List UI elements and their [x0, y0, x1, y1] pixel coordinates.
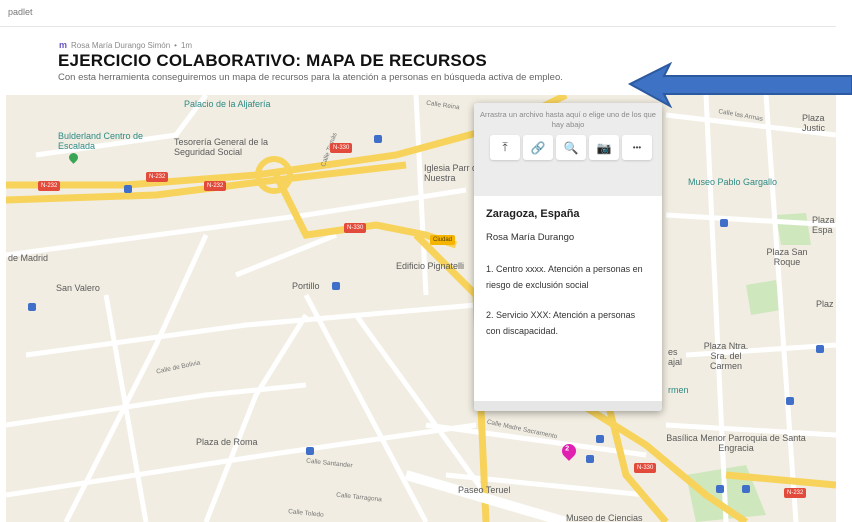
map-label-carmen: rmen [668, 385, 689, 395]
post-location-title[interactable]: Zaragoza, España [486, 208, 650, 220]
road-badge-n232: N-232 [204, 181, 227, 191]
map-label-bulderland[interactable]: Bulderland Centro de Escalada [58, 131, 153, 151]
dropzone-hint: Arrastra un archivo hasta aquí o elige u… [480, 110, 656, 129]
map-label-museo-gargallo[interactable]: Museo Pablo Gargallo [688, 177, 777, 187]
map-view[interactable]: Palacio de la Aljafería Bulderland Centr… [6, 95, 836, 522]
map-roads [6, 95, 836, 522]
park-area [776, 213, 811, 245]
road-badge-n232: N-232 [38, 181, 61, 191]
author-avatar: m [59, 40, 68, 50]
park-area [746, 280, 781, 315]
map-label-museo-ciencias[interactable]: Museo de Ciencias [566, 513, 643, 522]
post-meta: m Rosa María Durango Simón • 1m [59, 40, 192, 50]
map-marker-number: 2 [565, 445, 570, 453]
popup-scrollbar[interactable] [474, 401, 662, 411]
road-badge-n330: N-330 [344, 223, 367, 233]
map-label-aljaferia[interactable]: Palacio de la Aljafería [184, 99, 271, 109]
bus-stop-icon [786, 397, 794, 405]
bus-stop-icon [716, 485, 724, 493]
link-icon[interactable]: 🔗 [523, 135, 553, 160]
bus-stop-icon [374, 135, 382, 143]
map-label-plaza-justicia: Plaza Justic [802, 113, 826, 133]
search-icon[interactable]: 🔍 [556, 135, 586, 160]
bus-stop-icon [28, 303, 36, 311]
padlet-logo[interactable]: padlet [8, 7, 33, 17]
attachment-toolbar: ⤒ 🔗 🔍 📷 ••• [490, 135, 652, 160]
post-body-item-1: 1. Centro xxxx. Atención a personas en r… [486, 264, 643, 290]
attachment-dropzone[interactable]: Arrastra un archivo hasta aquí o elige u… [474, 103, 662, 196]
bus-stop-icon [586, 455, 594, 463]
road-badge-n232: N-232 [146, 172, 169, 182]
map-label-plaza-ntra: Plaza Ntra. Sra. del Carmen [703, 341, 749, 371]
more-icon[interactable]: ••• [622, 135, 652, 160]
author-name: Rosa María Durango Simón [71, 40, 171, 50]
annotation-arrow-icon [628, 62, 852, 109]
map-label-portillo[interactable]: Portillo [292, 281, 320, 291]
bus-stop-icon [332, 282, 340, 290]
road-badge-n330: N-330 [330, 143, 353, 153]
road-badge-ciudad: Ciudad [430, 235, 456, 245]
map-label-tesoreria[interactable]: Tesorería General de la Seguridad Social [174, 137, 274, 157]
map-label-pignatelli[interactable]: Edificio Pignatelli [396, 261, 464, 271]
meta-separator: • [174, 40, 177, 50]
post-composer-popup[interactable]: Arrastra un archivo hasta aquí o elige u… [474, 103, 662, 411]
map-label-paseo-teruel: Paseo Teruel [458, 485, 511, 495]
map-label-san-roque: Plaza San Roque [766, 247, 808, 267]
post-body-item-2: 2. Servicio XXX: Atención a personas con… [486, 310, 636, 336]
map-label-basilica[interactable]: Basílica Menor Parroquia de Santa Engrac… [666, 433, 806, 453]
upload-icon[interactable]: ⤒ [490, 135, 520, 160]
map-label-madrid: de Madrid [8, 253, 49, 263]
post-age: 1m [180, 40, 193, 50]
post-content: Zaragoza, España Rosa María Durango 1. C… [474, 196, 662, 339]
road-badge-n330: N-330 [634, 463, 657, 473]
post-body[interactable]: 1. Centro xxxx. Atención a personas en r… [486, 261, 650, 339]
bus-stop-icon [816, 345, 824, 353]
map-label-plaza-roma[interactable]: Plaza de Roma [196, 437, 258, 447]
road-badge-n232: N-232 [784, 488, 807, 498]
post-author-field[interactable]: Rosa María Durango [486, 232, 650, 243]
bus-stop-icon [124, 185, 132, 193]
page-description: Con esta herramienta conseguiremos un ma… [58, 72, 563, 83]
top-bar: padlet [0, 0, 836, 27]
map-label-es-ajal: es ajal [668, 347, 683, 367]
bus-stop-icon [742, 485, 750, 493]
bus-stop-icon [720, 219, 728, 227]
map-label-plaza-espana: Plaza Espa [812, 215, 835, 235]
map-label-san-valero[interactable]: San Valero [56, 283, 100, 293]
page-title: EJERCICIO COLABORATIVO: MAPA DE RECURSOS [58, 51, 487, 70]
bus-stop-icon [306, 447, 314, 455]
camera-icon[interactable]: 📷 [589, 135, 619, 160]
map-label-plaz: Plaz [816, 299, 834, 309]
bus-stop-icon [596, 435, 604, 443]
